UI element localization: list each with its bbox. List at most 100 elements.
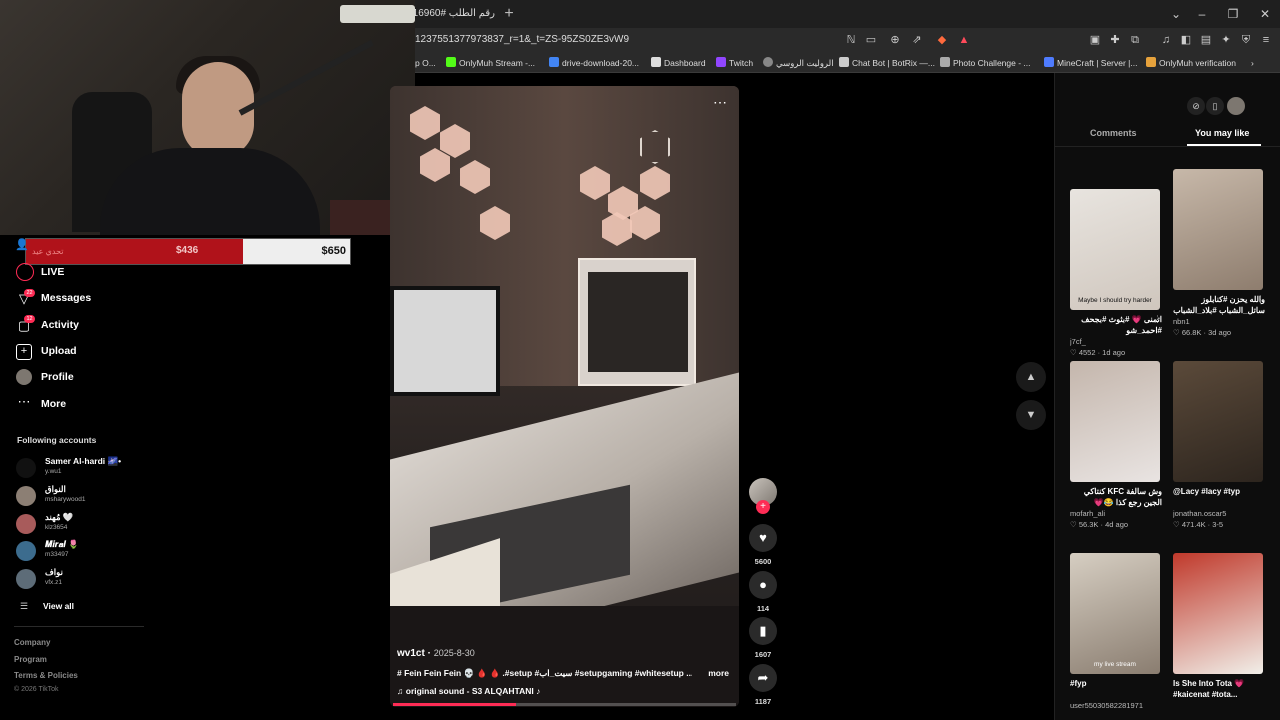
- verification-icon: [1146, 57, 1156, 67]
- bookmark-item[interactable]: drive-download-20...: [549, 56, 639, 70]
- screen: رقم الطلب #116960 + ⌄ – ❐ ✕ 123755137797…: [0, 0, 1280, 720]
- sidebar-item-messages[interactable]: Messages: [41, 292, 91, 304]
- like-button[interactable]: ♥: [749, 524, 777, 552]
- sidebar-item-live[interactable]: LIVE: [41, 266, 64, 278]
- extensions-icon[interactable]: ✚: [1107, 33, 1123, 48]
- bookmark-label: Chat Bot | BotRix —...: [852, 58, 935, 68]
- card-stats: ♡ 471.4K · 3-5: [1173, 520, 1224, 529]
- following-account[interactable]: 𝑴𝒊𝒓𝒂𝒍 🌷 m33497: [16, 539, 316, 561]
- bookmark-item[interactable]: OnlyMuh Stream -...: [446, 56, 535, 70]
- music-label: original sound - S3 ALQAHTANI ♪: [405, 686, 541, 696]
- sidebar-item-activity[interactable]: Activity: [41, 319, 79, 331]
- card-user: mofarh_ali: [1070, 509, 1106, 518]
- close-window-button[interactable]: ✕: [1250, 4, 1280, 24]
- cast-icon[interactable]: ▭: [863, 33, 879, 48]
- recommended-video-card[interactable]: والله يحزن #كنابلوز ساتل_الشباب #بلاد_ال…: [1173, 169, 1265, 337]
- card-stats: ♡ 56.3K · 4d ago: [1070, 520, 1129, 529]
- video-player[interactable]: ⋯ wv1ct · 2025-8-30 # Fein Fein Fein 💀 🩸…: [390, 86, 739, 707]
- bookmark-item[interactable]: الروليت الروسي: [763, 56, 834, 70]
- caption-more-link[interactable]: more: [708, 668, 729, 678]
- recommended-video-card[interactable]: Is She Into Tota 💗 #kaicenat #tota...: [1173, 553, 1265, 701]
- compass-icon[interactable]: ⊘: [1187, 97, 1205, 115]
- view-all-link[interactable]: View all: [43, 601, 74, 611]
- user-avatar-icon[interactable]: [1227, 97, 1245, 115]
- footer-company-link[interactable]: Company: [14, 638, 50, 647]
- user-icon[interactable]: 👤: [14, 237, 30, 253]
- card-options-icon[interactable]: ⋮: [1153, 314, 1162, 325]
- translate-icon[interactable]: ℕ: [843, 33, 859, 48]
- copyright: © 2026 TikTok: [14, 686, 59, 693]
- brave-rewards-icon[interactable]: ▲: [956, 33, 972, 48]
- footer-program-link[interactable]: Program: [14, 655, 47, 664]
- wallet-icon[interactable]: ▣: [1087, 33, 1103, 48]
- maximize-button[interactable]: ❐: [1218, 4, 1248, 24]
- live-icon: [16, 263, 34, 281]
- menu-icon[interactable]: ≡: [1258, 33, 1274, 48]
- previous-video-chevron-up-icon[interactable]: ▲: [1016, 362, 1046, 392]
- share-icon[interactable]: ⇗: [909, 33, 925, 48]
- follow-plus-icon[interactable]: +: [756, 500, 770, 514]
- bookmark-item[interactable]: Twitch: [716, 56, 753, 70]
- bookmarks-overflow-icon[interactable]: ›: [1251, 56, 1254, 70]
- comment-button[interactable]: ●: [749, 571, 777, 599]
- account-username: klz3654: [45, 524, 68, 531]
- more-options-icon[interactable]: ⋯: [713, 94, 727, 111]
- following-account[interactable]: Samer Al-hardi 🌌• y.wu1: [16, 456, 316, 478]
- card-user: user55030582281971: [1070, 701, 1143, 710]
- bookmark-label: drive-download-20...: [562, 58, 640, 68]
- activity-badge: 12: [24, 315, 35, 323]
- browser-tab[interactable]: رقم الطلب #116960: [415, 2, 495, 26]
- card-user: j7cf_: [1070, 337, 1086, 346]
- sidebar-item-profile[interactable]: Profile: [41, 371, 74, 383]
- bookmark-item[interactable]: p O...: [415, 56, 436, 70]
- video-progress-bar[interactable]: [393, 703, 736, 706]
- bookmark-item[interactable]: MineCraft | Server |...: [1044, 56, 1137, 70]
- sidebar-icon[interactable]: ◧: [1178, 33, 1194, 48]
- card-options-icon[interactable]: ⋮: [1256, 294, 1265, 305]
- zoom-icon[interactable]: ⊕: [887, 33, 903, 48]
- recommended-video-card[interactable]: @Lacy #lacy #typ jonathan.oscar5 ♡ 471.4…: [1173, 361, 1265, 529]
- video-thumbnail: [1173, 553, 1263, 674]
- tab-comments[interactable]: Comments: [1090, 128, 1137, 138]
- media-icon[interactable]: ♫: [1158, 33, 1174, 48]
- account-name: 𝑴𝒊𝒓𝒂𝒍 🌷: [45, 539, 79, 549]
- new-tab-button[interactable]: +: [499, 4, 519, 24]
- recommended-video-card[interactable]: my live stream #fyp user55030582281971: [1070, 553, 1162, 710]
- recommended-video-card[interactable]: وش سالفة KFC كنتاكي الجين رجع كذا 😂💗 mof…: [1070, 361, 1162, 529]
- video-author[interactable]: wv1ct · 2025-8-30: [397, 648, 475, 659]
- footer-terms-link[interactable]: Terms & Policies: [14, 671, 78, 680]
- photo-icon: [940, 57, 950, 67]
- bookmark-item[interactable]: OnlyMuh verification: [1146, 56, 1236, 70]
- card-age: 3-5: [1212, 520, 1224, 529]
- vpn-icon[interactable]: ⛨: [1238, 33, 1254, 48]
- minimize-button[interactable]: –: [1187, 4, 1217, 24]
- bookmark-label: OnlyMuh verification: [1159, 58, 1237, 68]
- brave-shield-icon[interactable]: ◆: [934, 33, 950, 48]
- screenshot-icon[interactable]: ⧉: [1127, 33, 1143, 48]
- following-account[interactable]: مُهند 🤍 klz3654: [16, 512, 316, 534]
- donation-current: $436: [176, 245, 199, 256]
- bookmark-item[interactable]: Chat Bot | BotRix —...: [839, 56, 935, 70]
- tab-you-may-like[interactable]: You may like: [1195, 128, 1249, 138]
- sidebar-item-more[interactable]: More: [41, 398, 66, 410]
- bookmark-item[interactable]: Photo Challenge - ...: [940, 56, 1031, 70]
- following-account[interactable]: نواف vfx.z1: [16, 567, 316, 589]
- video-progress-fill: [393, 703, 517, 706]
- more-icon: ⋯: [17, 394, 31, 409]
- leo-icon[interactable]: ✦: [1218, 33, 1234, 48]
- recommended-video-card[interactable]: Maybe I should try harder اتمنى 💗 #بثوث …: [1070, 189, 1162, 357]
- wallet-2-icon[interactable]: ▤: [1198, 33, 1214, 48]
- phone-icon[interactable]: ▯: [1206, 97, 1224, 115]
- sidebar-item-upload[interactable]: Upload: [41, 345, 77, 357]
- bookmark-button[interactable]: ▮: [749, 617, 777, 645]
- video-music[interactable]: ♫ original sound - S3 ALQAHTANI ♪: [397, 686, 540, 696]
- url-text[interactable]: 1237551377973837_r=1&_t=ZS-95ZS0ZE3vW9: [415, 34, 629, 45]
- bookmark-item[interactable]: Dashboard: [651, 56, 706, 70]
- comment-count: 114: [756, 604, 770, 613]
- messages-badge: 22: [24, 289, 35, 297]
- next-video-chevron-down-icon[interactable]: ▼: [1016, 400, 1046, 430]
- share-button[interactable]: ➦: [749, 664, 777, 692]
- profile-icon: [16, 369, 32, 385]
- avatar: [16, 541, 36, 561]
- following-account[interactable]: النواق msharywood1: [16, 484, 316, 506]
